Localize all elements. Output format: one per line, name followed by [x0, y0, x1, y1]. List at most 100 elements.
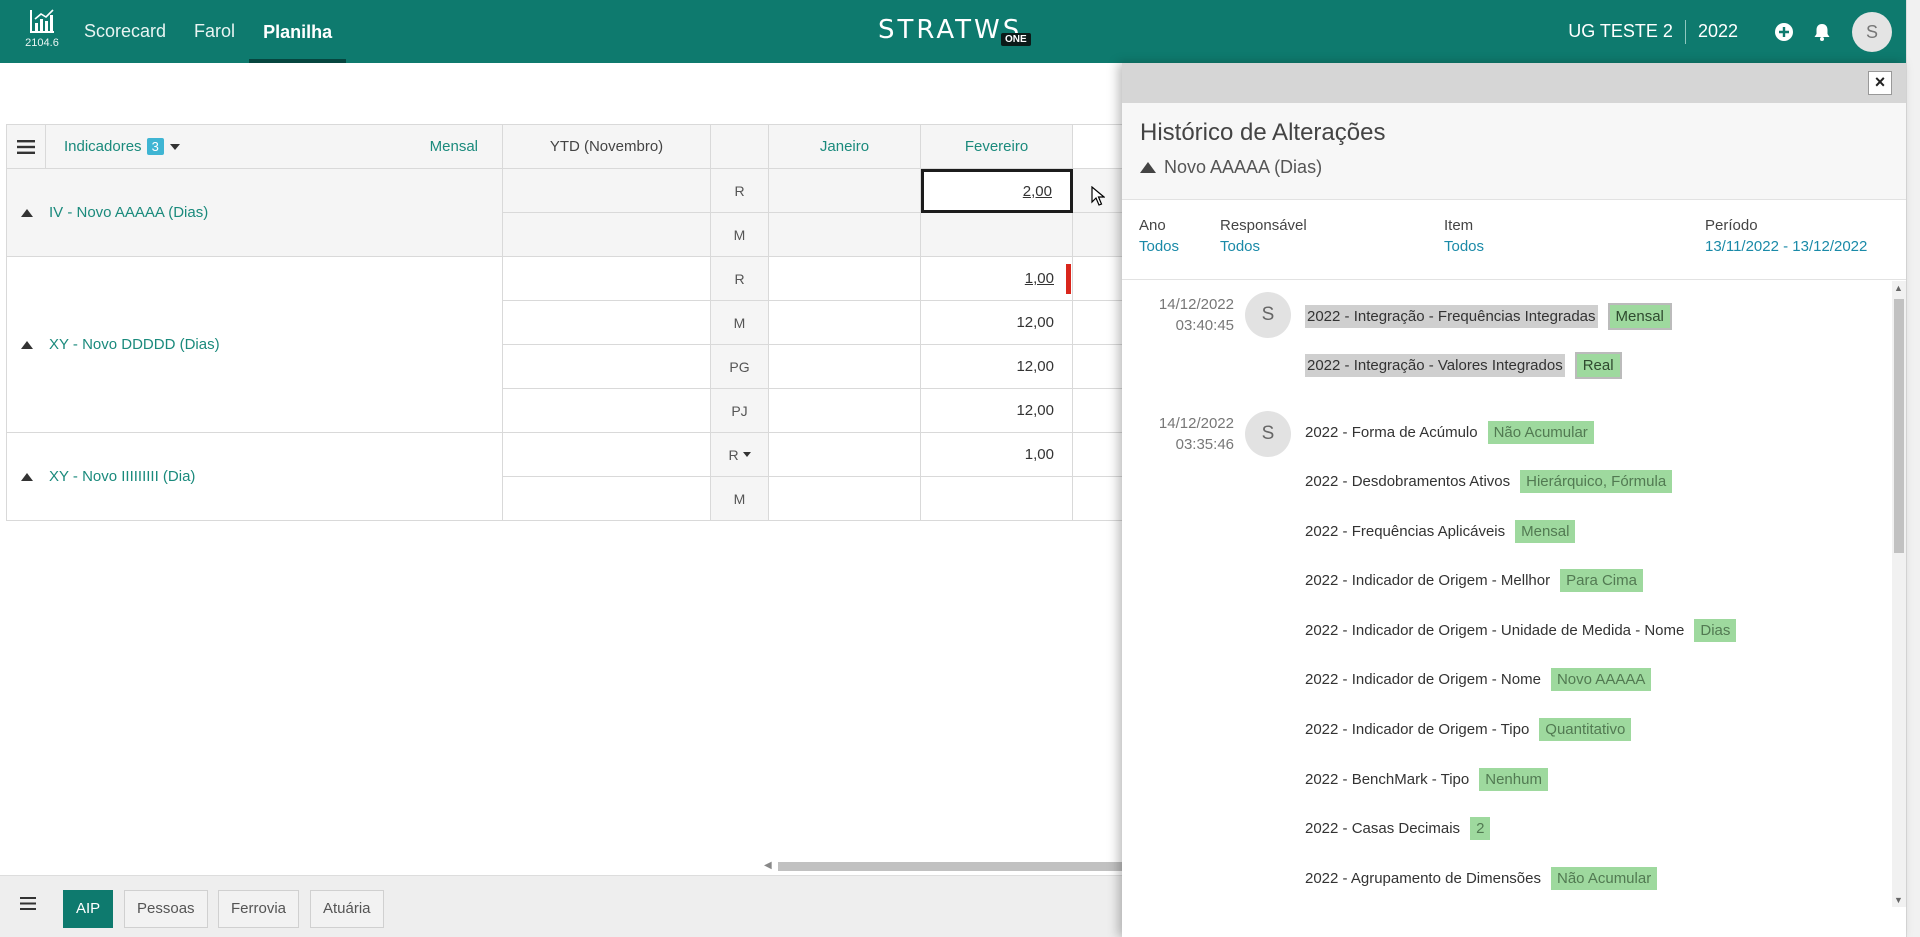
change-item: 2022 - Integração - Frequências Integrad…: [1305, 303, 1672, 330]
change-item: 2022 - Indicador de Origem - Tipo Quanti…: [1305, 718, 1632, 741]
change-value: Hierárquico, Fórmula: [1520, 470, 1673, 493]
janeiro-cell[interactable]: [769, 257, 921, 301]
change-item: 2022 - BenchMark - Tipo Nenhum: [1305, 768, 1548, 791]
indicator-name[interactable]: IV - Novo AAAAA (Dias): [49, 204, 208, 221]
brand-logo: STRATWS ONE: [878, 10, 1031, 54]
page-scrollbar[interactable]: [1906, 0, 1920, 937]
month-header-janeiro[interactable]: Janeiro: [769, 125, 921, 169]
month-header-fevereiro[interactable]: Fevereiro: [921, 125, 1073, 169]
collapse-icon[interactable]: [21, 472, 33, 481]
bell-icon[interactable]: [1812, 22, 1832, 42]
fevereiro-cell-selected[interactable]: 2,00: [921, 169, 1073, 213]
janeiro-cell[interactable]: [769, 433, 921, 477]
indicator-row-label[interactable]: XY - Novo DDDDD (Dias): [6, 257, 503, 433]
filter-label: Ano: [1139, 217, 1166, 234]
nav-planilha[interactable]: Planilha: [249, 0, 347, 63]
nav-scorecard[interactable]: Scorecard: [70, 0, 180, 63]
entry-timestamp: 14/12/2022 03:35:46: [1140, 413, 1234, 455]
filter-value[interactable]: Todos: [1220, 238, 1307, 255]
cell-value[interactable]: 1,00: [1025, 270, 1054, 287]
grid-menu-button[interactable]: [6, 125, 46, 169]
panel-subtitle[interactable]: Novo AAAAA (Dias): [1140, 157, 1888, 178]
fevereiro-cell[interactable]: 1,00: [921, 257, 1073, 301]
panel-header: Histórico de Alterações Novo AAAAA (Dias…: [1122, 103, 1906, 200]
user-avatar[interactable]: S: [1852, 11, 1892, 52]
panel-scrollbar[interactable]: ▲ ▼: [1892, 281, 1906, 907]
history-panel: × Histórico de Alterações Novo AAAAA (Di…: [1122, 63, 1906, 937]
value-type[interactable]: R: [728, 447, 738, 463]
ytd-cell[interactable]: [503, 389, 711, 433]
ytd-cell[interactable]: [503, 169, 711, 213]
entry-date: 14/12/2022: [1158, 296, 1234, 313]
fevereiro-cell[interactable]: [921, 477, 1073, 521]
collapse-icon[interactable]: [1140, 162, 1156, 173]
indicators-header[interactable]: Indicadores 3 Mensal: [46, 125, 503, 169]
janeiro-cell[interactable]: [769, 389, 921, 433]
tab-ferrovia[interactable]: Ferrovia: [218, 890, 300, 928]
indicator-row-label[interactable]: IV - Novo AAAAA (Dias): [6, 169, 503, 257]
cell-value[interactable]: 2,00: [1023, 183, 1052, 200]
filter-value[interactable]: Todos: [1444, 238, 1484, 255]
frequency-label[interactable]: Mensal: [430, 138, 478, 155]
app-version: 2104.6: [25, 37, 59, 49]
hamburger-icon[interactable]: [20, 897, 36, 914]
change-item: 2022 - Desdobramentos Ativos Hierárquico…: [1305, 470, 1673, 493]
change-value: Para Cima: [1560, 569, 1643, 592]
chevron-down-icon[interactable]: [742, 452, 751, 457]
ytd-cell[interactable]: [503, 257, 711, 301]
close-icon[interactable]: ×: [1868, 71, 1892, 95]
change-value: Mensal: [1607, 303, 1672, 330]
indicators-count-badge: 3: [146, 138, 164, 155]
ytd-cell[interactable]: [503, 477, 711, 521]
scroll-left-icon[interactable]: ◀: [764, 860, 772, 871]
ytd-cell[interactable]: [503, 213, 711, 257]
collapse-icon[interactable]: [21, 340, 33, 349]
nav-farol[interactable]: Farol: [180, 0, 249, 63]
ytd-cell[interactable]: [503, 433, 711, 477]
sheet-tabs-bar: AIP Pessoas Ferrovia Atuária: [0, 875, 1130, 937]
scroll-up-icon[interactable]: ▲: [1894, 283, 1903, 293]
year-selector[interactable]: 2022: [1698, 21, 1738, 42]
scroll-down-icon[interactable]: ▼: [1894, 895, 1903, 905]
brand-badge: ONE: [1001, 33, 1031, 46]
scrollbar-thumb[interactable]: [778, 862, 1122, 871]
value-type-dropdown[interactable]: R: [711, 433, 769, 477]
change-field: 2022 - Indicador de Origem - Nome: [1305, 671, 1541, 688]
mouse-cursor-icon: [1091, 186, 1105, 206]
ytd-cell[interactable]: [503, 301, 711, 345]
ytd-cell[interactable]: [503, 345, 711, 389]
fevereiro-cell[interactable]: 12,00: [921, 389, 1073, 433]
fevereiro-cell[interactable]: 12,00: [921, 301, 1073, 345]
horizontal-scrollbar[interactable]: ◀: [762, 860, 1122, 872]
panel-top-bar: ×: [1122, 63, 1906, 103]
history-filters: Ano Todos Responsável Todos Item Todos P…: [1122, 200, 1906, 280]
janeiro-cell[interactable]: [769, 477, 921, 521]
indicators-label[interactable]: Indicadores: [64, 138, 142, 155]
change-item: 2022 - Frequências Aplicáveis Mensal: [1305, 520, 1576, 543]
add-icon[interactable]: [1774, 22, 1794, 42]
janeiro-cell[interactable]: [769, 345, 921, 389]
fevereiro-cell[interactable]: 12,00: [921, 345, 1073, 389]
fevereiro-cell[interactable]: [921, 213, 1073, 257]
history-entries: 14/12/2022 03:40:45 S 2022 - Integração …: [1122, 281, 1906, 937]
janeiro-cell[interactable]: [769, 169, 921, 213]
status-marker: [1066, 264, 1071, 294]
unit-name[interactable]: UG TESTE 2: [1568, 21, 1673, 42]
app-logo[interactable]: 2104.6: [20, 8, 64, 49]
janeiro-cell[interactable]: [769, 213, 921, 257]
filter-label: Período: [1705, 217, 1758, 234]
indicator-row-label[interactable]: XY - Novo IIIIIIIII (Dia): [6, 433, 503, 521]
collapse-icon[interactable]: [21, 208, 33, 217]
filter-value[interactable]: Todos: [1139, 238, 1179, 255]
change-value: Nenhum: [1479, 768, 1548, 791]
chevron-down-icon[interactable]: [169, 143, 180, 150]
janeiro-cell[interactable]: [769, 301, 921, 345]
fevereiro-cell[interactable]: 1,00: [921, 433, 1073, 477]
indicator-name[interactable]: XY - Novo DDDDD (Dias): [49, 336, 220, 353]
filter-value[interactable]: 13/11/2022 - 13/12/2022: [1705, 238, 1867, 255]
tab-atuaria[interactable]: Atuária: [310, 890, 384, 928]
scrollbar-thumb[interactable]: [1894, 299, 1904, 553]
indicator-name[interactable]: XY - Novo IIIIIIIII (Dia): [49, 468, 195, 485]
tab-aip[interactable]: AIP: [63, 890, 114, 928]
tab-pessoas[interactable]: Pessoas: [124, 890, 208, 928]
